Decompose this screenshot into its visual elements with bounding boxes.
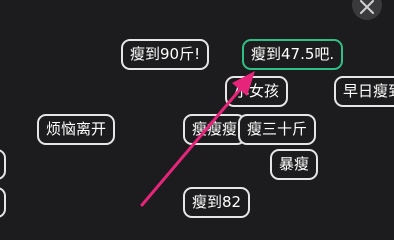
tag-chip[interactable]: 瘦瘦瘦 [183,114,247,145]
tag-chip-selected[interactable]: 瘦到47.5吧. [242,39,344,70]
tag-chip[interactable]: 瘦到82 [183,187,251,218]
tag-chip[interactable]: 暴瘦 [270,149,319,180]
tag-chip-offscreen[interactable] [0,149,6,180]
tag-chip-offscreen[interactable] [0,187,6,218]
tag-chip[interactable]: 小女孩 [225,76,289,107]
tag-cloud-canvas: 瘦到90斤! 瘦到47.5吧. 小女孩 早日瘦到 烦恼离开 瘦瘦瘦 瘦三十斤 暴… [0,0,394,240]
close-button[interactable] [352,0,382,20]
tag-chip[interactable]: 早日瘦到 [334,76,394,107]
tag-chip[interactable]: 烦恼离开 [37,114,116,145]
tag-chip[interactable]: 瘦三十斤 [238,114,317,145]
tag-chip[interactable]: 瘦到90斤! [121,39,210,70]
close-icon [360,0,374,14]
